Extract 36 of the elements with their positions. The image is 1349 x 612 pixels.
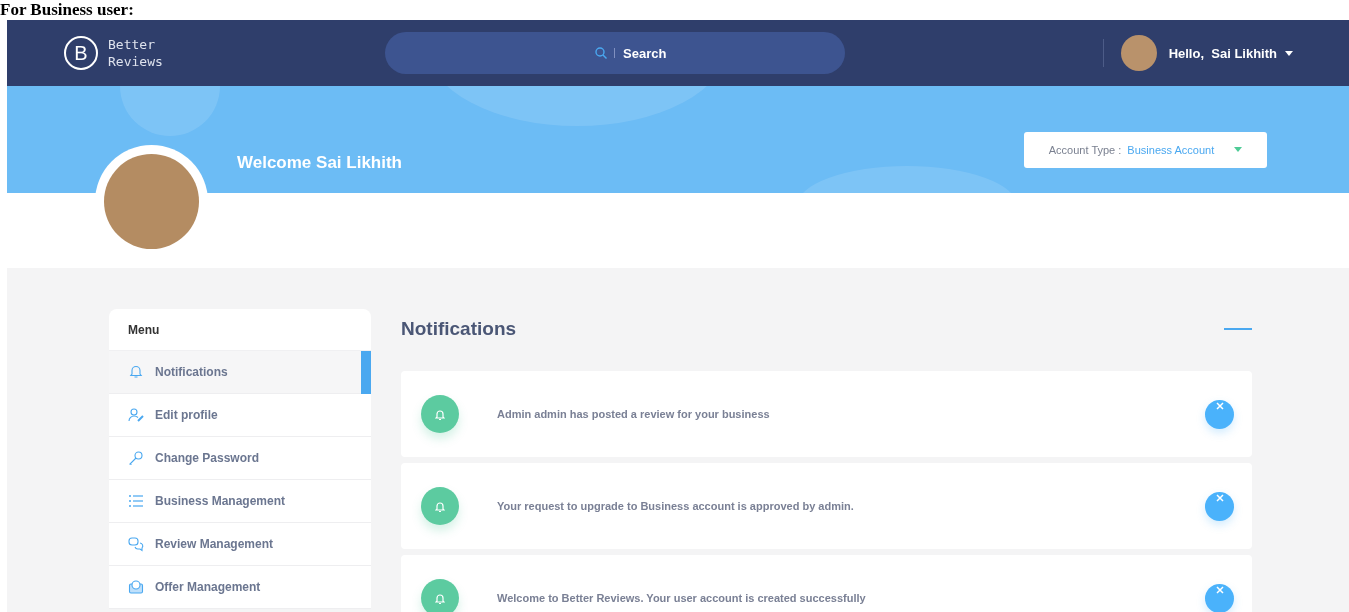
bell-badge-icon — [421, 395, 459, 433]
close-button[interactable] — [1205, 399, 1234, 429]
menu-item[interactable]: Notifications — [109, 351, 371, 394]
logo-word: Better — [108, 36, 156, 53]
user-menu-button[interactable]: Hello, Sai Likhith — [1168, 45, 1293, 61]
menu-item[interactable]: Edit profile — [109, 394, 371, 437]
caret-icon — [1234, 147, 1243, 152]
section-heading: Notifications — [401, 318, 517, 340]
close-button[interactable] — [1205, 491, 1234, 521]
notification-text: Your request to upgrade to Business account is approved by admin. — [497, 500, 854, 512]
welcome-heading: Welcome Sai Likhith — [237, 152, 402, 173]
menu-item[interactable]: Review Management — [109, 523, 371, 566]
close-icon — [1215, 585, 1224, 594]
menu-item[interactable]: Business Management — [109, 480, 371, 523]
search-icon — [595, 47, 607, 59]
close-icon — [1215, 493, 1224, 502]
close-button[interactable] — [1205, 583, 1234, 612]
logo-word: Reviews — [108, 53, 163, 70]
bell-icon — [128, 364, 144, 380]
chat-bubbles-icon — [128, 536, 144, 552]
avatar-photo-placeholder[interactable] — [1120, 35, 1157, 71]
search-field[interactable]: Search — [385, 32, 845, 74]
logo-icon[interactable]: B — [64, 36, 98, 70]
notification-text: Admin admin has posted a review for your business — [497, 408, 770, 420]
menu-item[interactable]: Change Password — [109, 437, 371, 480]
caption-text: For Business user: — [0, 0, 135, 20]
notification-text: Welcome to Better Reviews. Your user account is created successfully — [497, 592, 866, 604]
account-type-dropdown[interactable]: Account Type : Business Account — [1024, 131, 1267, 168]
bell-badge-icon — [421, 487, 459, 525]
envelope-icon — [128, 579, 144, 595]
key-icon — [128, 450, 144, 466]
close-icon — [1215, 401, 1224, 410]
user-pen-icon — [128, 407, 144, 423]
menu-item[interactable]: Offer Management — [109, 566, 371, 609]
caret-icon — [1285, 50, 1293, 56]
list-icon — [128, 493, 144, 509]
